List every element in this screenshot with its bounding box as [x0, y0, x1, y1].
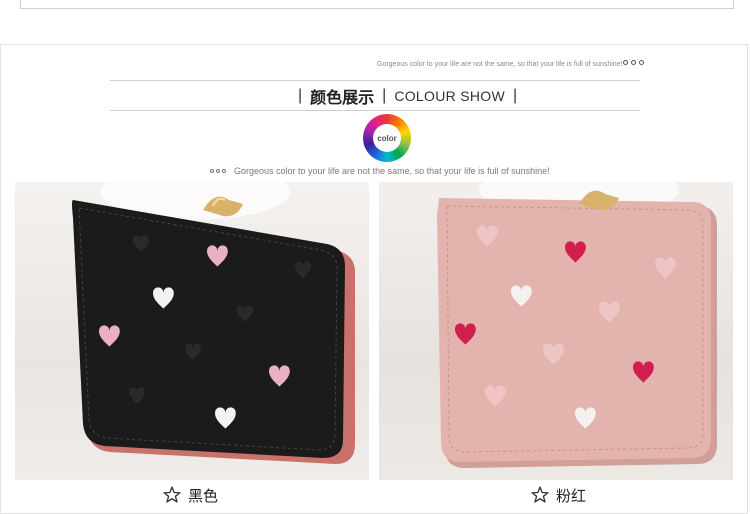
tagline-text: Gorgeous color to your life are not the …	[234, 166, 550, 176]
variant-label: 黑色	[188, 486, 219, 505]
heading-divider: |	[382, 87, 387, 104]
color-wheel-icon: color	[363, 114, 411, 162]
divider-line	[110, 80, 640, 81]
heading-divider: |	[298, 87, 303, 104]
dots-decoration	[623, 60, 644, 65]
product-photo-black[interactable]	[15, 182, 369, 480]
black-wallet-image	[72, 182, 355, 464]
section-heading: | 颜色展示 | COLOUR SHOW |	[290, 84, 525, 108]
variant-label: 粉红	[556, 486, 587, 505]
heading-title-zh: 颜色展示	[310, 88, 375, 107]
top-frame	[20, 0, 734, 9]
variant-caption-black[interactable]: 黑色	[162, 484, 218, 506]
divider-line	[110, 110, 640, 111]
pink-wallet-image	[437, 182, 717, 468]
heading-title-en: COLOUR SHOW	[394, 88, 505, 104]
variant-caption-pink[interactable]: 粉红	[530, 484, 586, 506]
color-badge-label: color	[373, 124, 401, 152]
heading-divider: |	[512, 87, 518, 104]
star-outline-icon	[163, 486, 181, 503]
tagline-row: Gorgeous color to your life are not the …	[210, 166, 550, 176]
star-outline-icon	[531, 486, 549, 503]
tagline-small: Gorgeous color to your life are not the …	[377, 61, 623, 68]
dots-decoration	[210, 169, 226, 173]
product-photo-pink[interactable]	[379, 182, 733, 480]
